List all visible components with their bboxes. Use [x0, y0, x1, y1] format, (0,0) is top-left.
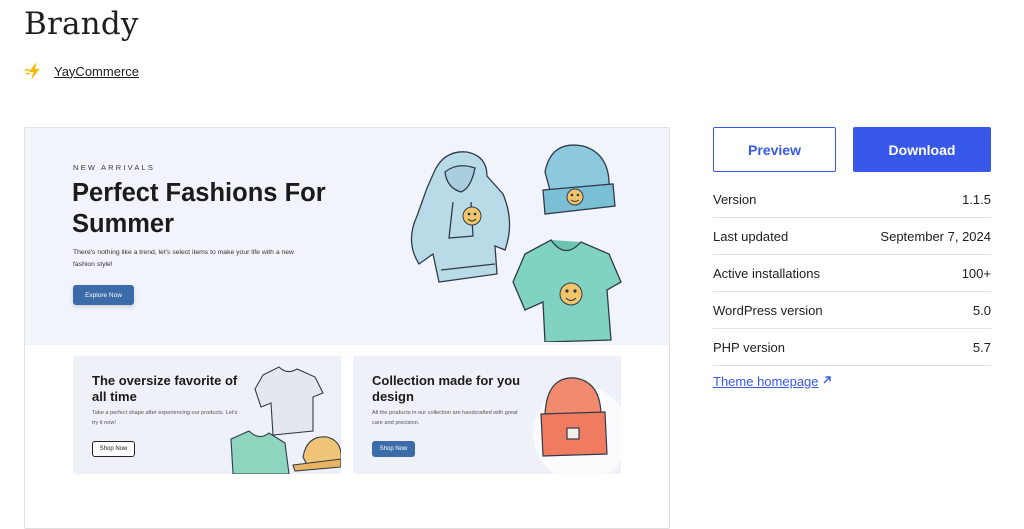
lightning-bolt-icon [24, 61, 44, 81]
card-description: All the products in our collection are h… [372, 410, 518, 426]
theme-homepage-link[interactable]: Theme homepage [713, 374, 819, 389]
hero-section: NEW ARRIVALS Perfect Fashions For Summer… [25, 128, 669, 345]
meta-active-installations: Active installations 100+ [713, 256, 991, 292]
meta-label: WordPress version [713, 303, 823, 318]
theme-author: YayCommerce [24, 61, 139, 81]
meta-value: 5.0 [972, 303, 991, 318]
preview-button[interactable]: Preview [713, 127, 836, 172]
hoodie-beanie-tshirt-illustration [410, 144, 622, 342]
hero-eyebrow: NEW ARRIVALS [73, 163, 156, 172]
meta-label: PHP version [713, 340, 786, 355]
theme-homepage: Theme homepage [713, 372, 832, 390]
meta-wordpress-version: WordPress version 5.0 [713, 293, 991, 329]
arrow-up-right-icon [819, 372, 832, 390]
meta-version: Version 1.1.5 [713, 182, 991, 218]
meta-value: 100+ [961, 266, 991, 281]
theme-screenshot: NEW ARRIVALS Perfect Fashions For Summer… [24, 127, 670, 529]
meta-value: September 7, 2024 [880, 229, 991, 244]
tshirt-cap-illustration [230, 366, 341, 474]
shop-now-button: Shop Now [372, 441, 415, 457]
beanie-illustration [533, 377, 621, 474]
shop-now-button: Shop Now [92, 441, 135, 457]
meta-php-version: PHP version 5.7 [713, 330, 991, 366]
theme-meta-list: Version 1.1.5 Last updated September 7, … [713, 182, 991, 366]
meta-label: Active installations [713, 266, 820, 281]
theme-title: Brandy [24, 6, 139, 42]
promo-card-oversize: The oversize favorite of all time Take a… [73, 356, 341, 474]
meta-last-updated: Last updated September 7, 2024 [713, 219, 991, 255]
meta-label: Last updated [713, 229, 789, 244]
explore-now-button: Explore Now [73, 285, 134, 305]
author-link[interactable]: YayCommerce [54, 64, 139, 79]
hero-description: There's nothing like a trend, let's sele… [73, 249, 294, 268]
promo-card-collection: Collection made for you design All the p… [353, 356, 621, 474]
meta-label: Version [713, 192, 757, 207]
meta-value: 5.7 [972, 340, 991, 355]
download-button[interactable]: Download [853, 127, 991, 172]
card-title: The oversize favorite of all time [92, 373, 238, 404]
card-description: Take a perfect shape after experiencing … [92, 410, 238, 426]
card-title: Collection made for you design [372, 373, 521, 404]
meta-value: 1.1.5 [962, 192, 991, 207]
hero-heading: Perfect Fashions For Summer [72, 179, 326, 238]
